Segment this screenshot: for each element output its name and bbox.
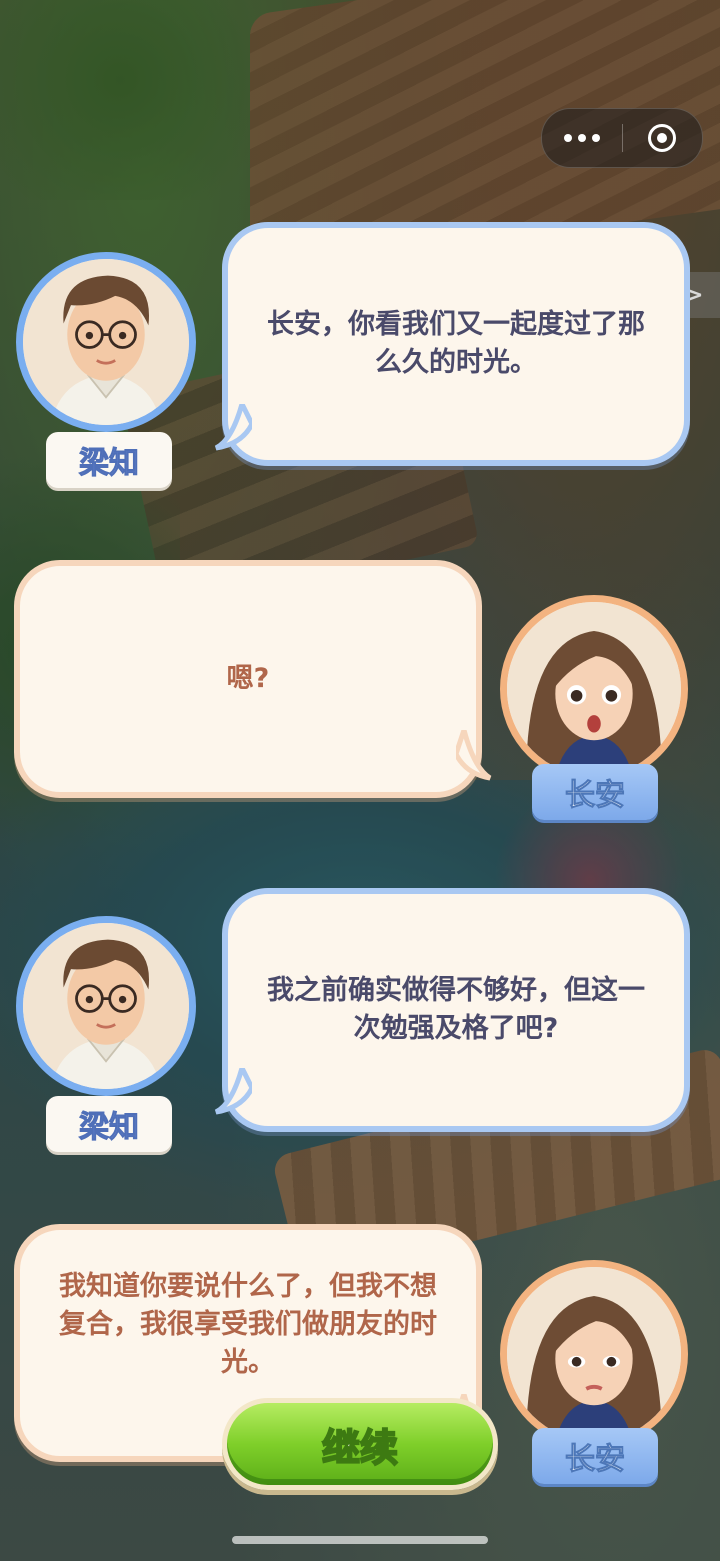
bubble-tail (214, 1068, 252, 1115)
boy-portrait-icon (23, 259, 189, 425)
bubble-tail (456, 730, 492, 781)
girl-pout-portrait-icon (507, 1267, 681, 1441)
dialogue-text: 我之前确实做得不够好，但这一次勉强及格了吧? (267, 975, 645, 1044)
dialogue-text: 我知道你要说什么了，但我不想复合，我很享受我们做朋友的时光。 (59, 1271, 437, 1378)
avatar-changan (500, 1260, 688, 1448)
boy-portrait-icon (23, 923, 189, 1089)
continue-button[interactable]: 继续 (222, 1398, 498, 1490)
nametag-changan: 长安 (532, 1428, 658, 1484)
nametag-liangzhi: 梁知 (46, 432, 172, 488)
dialogue-text: 长安，你看我们又一起度过了那么久的时光。 (267, 309, 645, 378)
dialogue-text: 嗯? (226, 663, 270, 694)
avatar-liangzhi (16, 916, 196, 1096)
avatar-changan (500, 595, 688, 783)
more-dots-icon[interactable] (542, 134, 622, 142)
bubble-tail (214, 404, 252, 451)
dialogue-bubble: 嗯? (14, 560, 482, 798)
nametag-liangzhi: 梁知 (46, 1096, 172, 1152)
avatar-liangzhi (16, 252, 196, 432)
miniprogram-capsule (541, 108, 703, 168)
nametag-changan: 长安 (532, 764, 658, 820)
girl-surprised-portrait-icon (507, 602, 681, 776)
dialogue-bubble: 长安，你看我们又一起度过了那么久的时光。 (222, 222, 690, 466)
target-circle-icon[interactable] (623, 124, 703, 152)
dialogue-bubble: 我之前确实做得不够好，但这一次勉强及格了吧? (222, 888, 690, 1132)
home-indicator (232, 1536, 488, 1544)
